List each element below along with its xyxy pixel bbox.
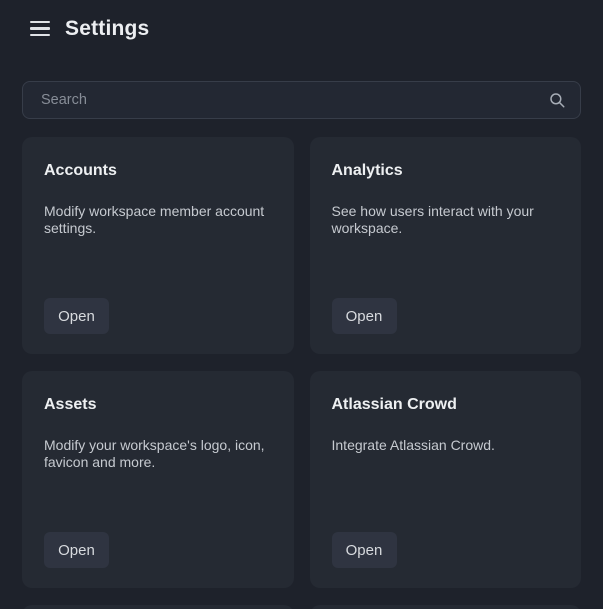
open-button-assets[interactable]: Open xyxy=(44,532,109,568)
card-assets: Assets Modify your workspace's logo, ico… xyxy=(22,371,294,588)
card-description: See how users interact with your workspa… xyxy=(332,203,560,237)
partial-card-right xyxy=(310,605,582,609)
card-accounts: Accounts Modify workspace member account… xyxy=(22,137,294,354)
card-title: Atlassian Crowd xyxy=(332,395,560,414)
partial-card-left xyxy=(22,605,294,609)
search-input[interactable] xyxy=(41,92,548,108)
open-button-accounts[interactable]: Open xyxy=(44,298,109,334)
card-analytics: Analytics See how users interact with yo… xyxy=(310,137,582,354)
search-bar[interactable] xyxy=(22,81,581,119)
hamburger-menu-icon[interactable] xyxy=(30,21,50,37)
open-button-analytics[interactable]: Open xyxy=(332,298,397,334)
card-title: Accounts xyxy=(44,161,272,180)
search-icon xyxy=(548,91,566,109)
settings-card-grid: Accounts Modify workspace member account… xyxy=(22,137,581,609)
card-description: Modify your workspace's logo, icon, favi… xyxy=(44,437,272,471)
header: Settings xyxy=(0,0,603,43)
card-description: Modify workspace member account settings… xyxy=(44,203,272,237)
card-atlassian-crowd: Atlassian Crowd Integrate Atlassian Crow… xyxy=(310,371,582,588)
open-button-atlassian-crowd[interactable]: Open xyxy=(332,532,397,568)
card-description: Integrate Atlassian Crowd. xyxy=(332,437,560,454)
page-title: Settings xyxy=(65,17,149,41)
card-title: Analytics xyxy=(332,161,560,180)
card-title: Assets xyxy=(44,395,272,414)
